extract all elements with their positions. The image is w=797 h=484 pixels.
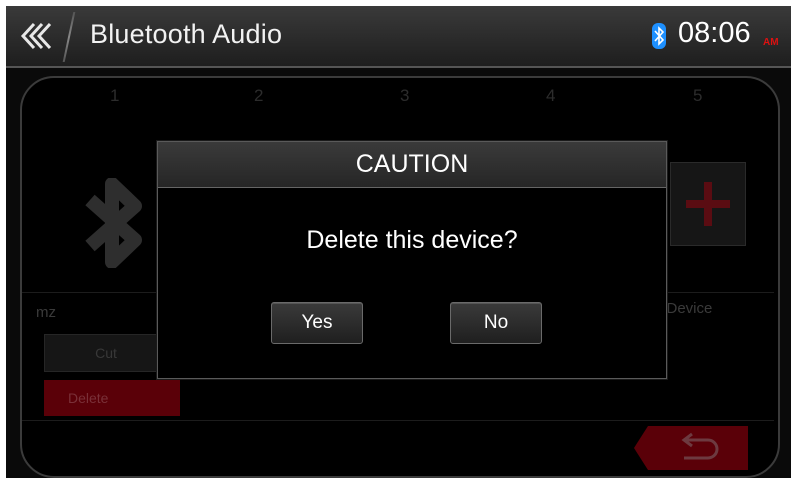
dialog-title: CAUTION (355, 150, 469, 178)
caution-dialog: CAUTION Delete this device? Yes No (157, 141, 667, 379)
panel-divider (22, 420, 774, 421)
plus-icon (686, 182, 730, 226)
page-title: Bluetooth Audio (90, 19, 283, 49)
back-button[interactable] (6, 6, 68, 66)
add-device-button[interactable] (670, 162, 746, 246)
clock-ampm: AM (763, 37, 779, 48)
double-chevron-left-icon (20, 22, 52, 50)
clock-time: 08:06 (678, 17, 751, 49)
slot-number-5: 5 (693, 86, 703, 105)
dialog-header: CAUTION (158, 142, 666, 188)
no-button[interactable]: No (450, 302, 542, 344)
bluetooth-icon (652, 23, 666, 49)
yes-button[interactable]: Yes (271, 302, 363, 344)
return-button[interactable] (634, 426, 748, 470)
bluetooth-device-icon (85, 178, 142, 268)
slot-number-2: 2 (254, 86, 264, 105)
top-bar: Bluetooth Audio 08:06 AM (6, 6, 791, 68)
dialog-message: Delete this device? (306, 226, 518, 254)
slot-number-1: 1 (110, 86, 120, 105)
delete-button[interactable]: Delete (44, 380, 180, 416)
slot-number-3: 3 (400, 86, 410, 105)
device-name: mz (36, 304, 56, 321)
screen: Bluetooth Audio 08:06 AM 1 2 3 4 5 mz o … (6, 6, 791, 478)
cut-button[interactable]: Cut (44, 334, 168, 372)
slot-number-4: 4 (546, 86, 556, 105)
